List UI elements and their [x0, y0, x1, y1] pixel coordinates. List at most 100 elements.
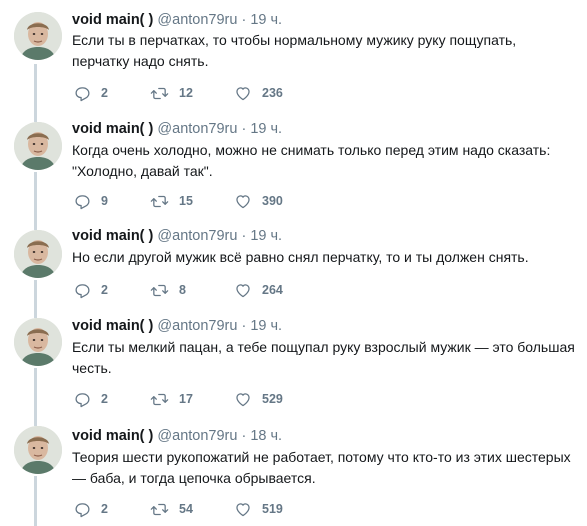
retweet-button[interactable]: 15	[150, 191, 193, 211]
like-count: 236	[262, 86, 283, 100]
display-name[interactable]: void main( )	[72, 12, 153, 28]
retweet-icon	[150, 195, 169, 207]
timestamp[interactable]: 19 ч.	[250, 121, 282, 137]
tweet-actions: 9 15 390	[72, 191, 372, 211]
tweet[interactable]: void main( ) @anton79ru · 19 ч. Но если …	[0, 218, 587, 310]
user-handle[interactable]: @anton79ru	[157, 228, 237, 244]
avatar[interactable]	[14, 230, 62, 278]
tweet-header: void main( ) @anton79ru · 18 ч.	[72, 427, 282, 445]
retweet-button[interactable]: 17	[150, 389, 193, 409]
tweet-header: void main( ) @anton79ru · 19 ч.	[72, 11, 282, 29]
heart-icon	[236, 194, 250, 208]
like-count: 529	[262, 392, 283, 406]
avatar[interactable]	[14, 318, 62, 366]
thread-line	[34, 280, 37, 310]
timestamp[interactable]: 19 ч.	[250, 318, 282, 334]
avatar[interactable]	[14, 426, 62, 474]
retweet-count: 15	[179, 194, 193, 208]
reply-button[interactable]: 9	[74, 191, 108, 211]
display-name[interactable]: void main( )	[72, 121, 153, 137]
tweet-text: Но если другой мужик всё равно снял перч…	[72, 249, 529, 265]
reply-icon	[75, 194, 90, 209]
retweet-count: 17	[179, 392, 193, 406]
thread-line	[34, 368, 37, 418]
separator-dot: ·	[241, 228, 247, 244]
like-button[interactable]: 236	[234, 83, 283, 103]
separator-dot: ·	[241, 318, 247, 334]
tweet-text: Теория шести рукопожатий не работает, по…	[72, 449, 571, 486]
thread-line	[34, 476, 37, 526]
thread-line	[34, 64, 37, 112]
display-name[interactable]: void main( )	[72, 318, 153, 334]
reply-button[interactable]: 2	[74, 83, 108, 103]
like-count: 390	[262, 194, 283, 208]
retweet-icon	[150, 503, 169, 515]
retweet-button[interactable]: 8	[150, 280, 186, 300]
reply-count: 9	[101, 194, 108, 208]
reply-icon	[75, 502, 90, 517]
avatar-image	[14, 12, 62, 60]
tweet-actions: 2 17 529	[72, 389, 372, 409]
tweet-actions: 2 12 236	[72, 83, 372, 103]
avatar[interactable]	[14, 122, 62, 170]
thread-line	[34, 310, 37, 318]
retweet-icon	[150, 87, 169, 99]
retweet-icon	[150, 393, 169, 405]
timestamp[interactable]: 19 ч.	[250, 12, 282, 28]
display-name[interactable]: void main( )	[72, 428, 153, 444]
user-handle[interactable]: @anton79ru	[157, 121, 237, 137]
reply-icon	[75, 392, 90, 407]
thread-line	[34, 112, 37, 122]
avatar-image	[14, 426, 62, 474]
tweet-text: Если ты мелкий пацан, а тебе пощупал рук…	[72, 339, 575, 376]
user-handle[interactable]: @anton79ru	[157, 318, 237, 334]
like-button[interactable]: 519	[234, 499, 283, 519]
reply-button[interactable]: 2	[74, 280, 108, 300]
retweet-icon	[150, 284, 169, 296]
user-handle[interactable]: @anton79ru	[157, 428, 237, 444]
tweet[interactable]: void main( ) @anton79ru · 19 ч. Если ты …	[0, 0, 587, 112]
display-name[interactable]: void main( )	[72, 228, 153, 244]
separator-dot: ·	[241, 12, 247, 28]
avatar-image	[14, 122, 62, 170]
user-handle[interactable]: @anton79ru	[157, 12, 237, 28]
tweet[interactable]: void main( ) @anton79ru · 19 ч. Если ты …	[0, 310, 587, 418]
tweet-header: void main( ) @anton79ru · 19 ч.	[72, 227, 282, 245]
tweet-thread: void main( ) @anton79ru · 19 ч. Если ты …	[0, 0, 587, 526]
tweet-actions: 2 8 264	[72, 280, 372, 300]
thread-line	[34, 218, 37, 230]
reply-button[interactable]: 2	[74, 499, 108, 519]
thread-line	[34, 418, 37, 426]
retweet-button[interactable]: 54	[150, 499, 193, 519]
tweet-header: void main( ) @anton79ru · 19 ч.	[72, 120, 282, 138]
like-button[interactable]: 264	[234, 280, 283, 300]
separator-dot: ·	[241, 428, 247, 444]
tweet-header: void main( ) @anton79ru · 19 ч.	[72, 317, 282, 335]
reply-button[interactable]: 2	[74, 389, 108, 409]
heart-icon	[236, 392, 250, 406]
thread-line	[34, 172, 37, 218]
like-count: 519	[262, 502, 283, 516]
retweet-count: 54	[179, 502, 193, 516]
timestamp[interactable]: 18 ч.	[250, 428, 282, 444]
retweet-button[interactable]: 12	[150, 83, 193, 103]
separator-dot: ·	[241, 121, 247, 137]
tweet[interactable]: void main( ) @anton79ru · 19 ч. Когда оч…	[0, 112, 587, 218]
tweet[interactable]: void main( ) @anton79ru · 18 ч. Теория ш…	[0, 418, 587, 526]
reply-count: 2	[101, 86, 108, 100]
like-button[interactable]: 529	[234, 389, 283, 409]
avatar-image	[14, 230, 62, 278]
timestamp[interactable]: 19 ч.	[250, 228, 282, 244]
reply-icon	[75, 86, 90, 101]
heart-icon	[236, 502, 250, 516]
reply-count: 2	[101, 502, 108, 516]
like-button[interactable]: 390	[234, 191, 283, 211]
retweet-count: 8	[179, 283, 186, 297]
tweet-text: Если ты в перчатках, то чтобы нормальном…	[72, 32, 517, 69]
avatar[interactable]	[14, 12, 62, 60]
reply-icon	[75, 283, 90, 298]
tweet-text: Когда очень холодно, можно не снимать то…	[72, 142, 551, 179]
reply-count: 2	[101, 392, 108, 406]
tweet-actions: 2 54 519	[72, 499, 372, 519]
avatar-image	[14, 318, 62, 366]
